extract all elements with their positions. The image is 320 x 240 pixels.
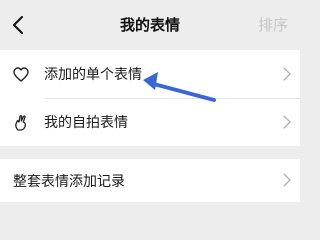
list-item-sticker-set-history[interactable]: 整套表情添加记录 xyxy=(0,159,300,202)
page-title: 我的表情 xyxy=(119,16,180,34)
list-item-single-emojis[interactable]: 添加的单个表情 xyxy=(0,50,300,99)
list-item-label: 整套表情添加记录 xyxy=(13,174,125,190)
heart-outline-icon xyxy=(12,65,30,83)
chevron-right-icon xyxy=(283,115,291,129)
chevron-right-icon xyxy=(283,173,291,187)
list-item-label: 添加的单个表情 xyxy=(44,67,142,83)
sort-button[interactable]: 排序 xyxy=(258,14,288,35)
list-item-label: 我的自拍表情 xyxy=(44,115,128,131)
list-item-selfie-emojis[interactable]: 我的自拍表情 xyxy=(0,98,300,146)
chevron-right-icon xyxy=(283,67,291,81)
hand-gesture-icon xyxy=(12,113,30,131)
records-list-group: 整套表情添加记录 xyxy=(0,159,300,202)
emoji-list-group: 添加的单个表情 我的自拍表情 xyxy=(0,50,300,146)
top-nav-bar: 我的表情 排序 xyxy=(0,0,300,50)
